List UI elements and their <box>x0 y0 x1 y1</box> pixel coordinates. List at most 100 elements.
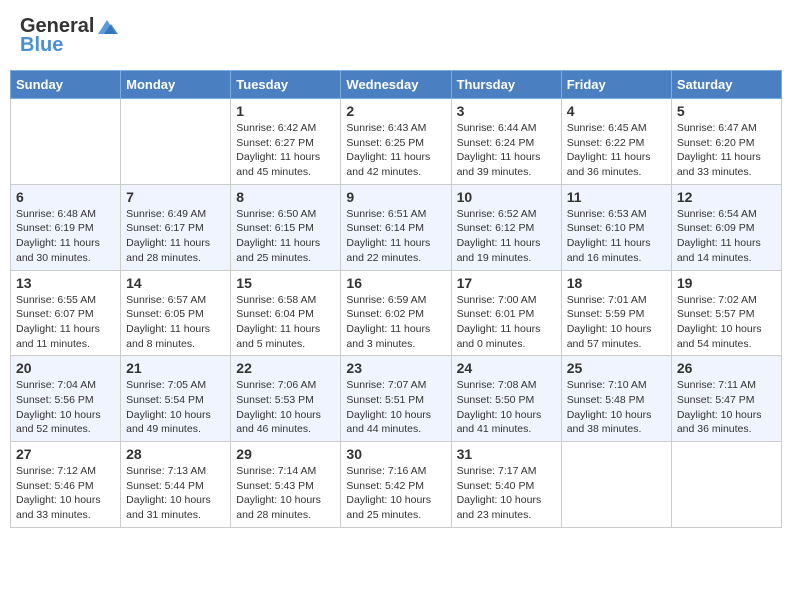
day-number: 17 <box>457 275 556 291</box>
day-info: Sunrise: 7:02 AMSunset: 5:57 PMDaylight:… <box>677 293 776 352</box>
day-info: Sunrise: 6:49 AMSunset: 6:17 PMDaylight:… <box>126 207 225 266</box>
calendar-week-row: 13 Sunrise: 6:55 AMSunset: 6:07 PMDayligh… <box>11 270 782 356</box>
day-number: 8 <box>236 189 335 205</box>
day-number: 10 <box>457 189 556 205</box>
calendar-cell: 9 Sunrise: 6:51 AMSunset: 6:14 PMDaylight… <box>341 184 451 270</box>
day-number: 15 <box>236 275 335 291</box>
day-info: Sunrise: 7:06 AMSunset: 5:53 PMDaylight:… <box>236 378 335 437</box>
calendar-cell: 4Sunrise: 6:45 AMSunset: 6:22 PMDaylight… <box>561 99 671 185</box>
calendar-cell: 13 Sunrise: 6:55 AMSunset: 6:07 PMDayligh… <box>11 270 121 356</box>
day-number: 19 <box>677 275 776 291</box>
calendar-header-row: SundayMondayTuesdayWednesdayThursdayFrid… <box>11 71 782 99</box>
calendar-cell: 20 Sunrise: 7:04 AMSunset: 5:56 PMDayligh… <box>11 356 121 442</box>
day-info: Sunrise: 7:01 AMSunset: 5:59 PMDaylight:… <box>567 293 666 352</box>
day-info: Sunrise: 6:59 AMSunset: 6:02 PMDaylight:… <box>346 293 445 352</box>
calendar-cell: 2 Sunrise: 6:43 AMSunset: 6:25 PMDaylight… <box>341 99 451 185</box>
calendar-cell: 1Sunrise: 6:42 AMSunset: 6:27 PMDaylight… <box>231 99 341 185</box>
calendar-cell: 17 Sunrise: 7:00 AMSunset: 6:01 PMDayligh… <box>451 270 561 356</box>
day-number: 6 <box>16 189 115 205</box>
day-info: Sunrise: 7:11 AMSunset: 5:47 PMDaylight:… <box>677 378 776 437</box>
calendar-cell <box>121 99 231 185</box>
day-info: Sunrise: 7:00 AMSunset: 6:01 PMDaylight:… <box>457 293 556 352</box>
calendar: SundayMondayTuesdayWednesdayThursdayFrid… <box>10 70 782 528</box>
day-info: Sunrise: 7:16 AMSunset: 5:42 PMDaylight:… <box>346 464 445 523</box>
day-number: 4 <box>567 103 666 119</box>
calendar-cell: 5 Sunrise: 6:47 AMSunset: 6:20 PMDaylight… <box>671 99 781 185</box>
calendar-cell: 31Sunrise: 7:17 AMSunset: 5:40 PMDayligh… <box>451 442 561 528</box>
calendar-cell: 29 Sunrise: 7:14 AMSunset: 5:43 PMDayligh… <box>231 442 341 528</box>
calendar-cell: 25 Sunrise: 7:10 AMSunset: 5:48 PMDayligh… <box>561 356 671 442</box>
calendar-week-row: 20 Sunrise: 7:04 AMSunset: 5:56 PMDayligh… <box>11 356 782 442</box>
day-info: Sunrise: 6:43 AMSunset: 6:25 PMDaylight:… <box>346 121 445 180</box>
calendar-cell: 28 Sunrise: 7:13 AMSunset: 5:44 PMDayligh… <box>121 442 231 528</box>
calendar-cell: 24Sunrise: 7:08 AMSunset: 5:50 PMDayligh… <box>451 356 561 442</box>
day-number: 18 <box>567 275 666 291</box>
day-number: 13 <box>16 275 115 291</box>
column-header-friday: Friday <box>561 71 671 99</box>
calendar-cell: 30 Sunrise: 7:16 AMSunset: 5:42 PMDayligh… <box>341 442 451 528</box>
column-header-wednesday: Wednesday <box>341 71 451 99</box>
column-header-saturday: Saturday <box>671 71 781 99</box>
day-info: Sunrise: 7:07 AMSunset: 5:51 PMDaylight:… <box>346 378 445 437</box>
day-info: Sunrise: 6:54 AMSunset: 6:09 PMDaylight:… <box>677 207 776 266</box>
calendar-cell: 3 Sunrise: 6:44 AMSunset: 6:24 PMDaylight… <box>451 99 561 185</box>
column-header-thursday: Thursday <box>451 71 561 99</box>
calendar-cell: 19 Sunrise: 7:02 AMSunset: 5:57 PMDayligh… <box>671 270 781 356</box>
calendar-cell <box>561 442 671 528</box>
logo-icon <box>96 16 118 38</box>
day-number: 23 <box>346 360 445 376</box>
calendar-week-row: 1Sunrise: 6:42 AMSunset: 6:27 PMDaylight… <box>11 99 782 185</box>
calendar-cell: 14 Sunrise: 6:57 AMSunset: 6:05 PMDayligh… <box>121 270 231 356</box>
calendar-week-row: 27 Sunrise: 7:12 AMSunset: 5:46 PMDayligh… <box>11 442 782 528</box>
day-info: Sunrise: 6:55 AMSunset: 6:07 PMDaylight:… <box>16 293 115 352</box>
calendar-cell: 23 Sunrise: 7:07 AMSunset: 5:51 PMDayligh… <box>341 356 451 442</box>
day-info: Sunrise: 7:10 AMSunset: 5:48 PMDaylight:… <box>567 378 666 437</box>
day-info: Sunrise: 7:14 AMSunset: 5:43 PMDaylight:… <box>236 464 335 523</box>
day-info: Sunrise: 6:57 AMSunset: 6:05 PMDaylight:… <box>126 293 225 352</box>
day-number: 25 <box>567 360 666 376</box>
header: General Blue <box>10 10 782 62</box>
calendar-cell: 6Sunrise: 6:48 AMSunset: 6:19 PMDaylight… <box>11 184 121 270</box>
day-number: 3 <box>457 103 556 119</box>
calendar-cell: 21 Sunrise: 7:05 AMSunset: 5:54 PMDayligh… <box>121 356 231 442</box>
column-header-monday: Monday <box>121 71 231 99</box>
day-number: 27 <box>16 446 115 462</box>
day-info: Sunrise: 7:12 AMSunset: 5:46 PMDaylight:… <box>16 464 115 523</box>
day-info: Sunrise: 7:17 AMSunset: 5:40 PMDaylight:… <box>457 464 556 523</box>
day-info: Sunrise: 6:50 AMSunset: 6:15 PMDaylight:… <box>236 207 335 266</box>
day-number: 30 <box>346 446 445 462</box>
day-info: Sunrise: 7:13 AMSunset: 5:44 PMDaylight:… <box>126 464 225 523</box>
calendar-cell <box>11 99 121 185</box>
day-number: 14 <box>126 275 225 291</box>
day-info: Sunrise: 7:05 AMSunset: 5:54 PMDaylight:… <box>126 378 225 437</box>
day-number: 29 <box>236 446 335 462</box>
day-number: 2 <box>346 103 445 119</box>
day-number: 5 <box>677 103 776 119</box>
calendar-cell: 16Sunrise: 6:59 AMSunset: 6:02 PMDayligh… <box>341 270 451 356</box>
day-number: 20 <box>16 360 115 376</box>
calendar-cell <box>671 442 781 528</box>
day-number: 9 <box>346 189 445 205</box>
day-number: 21 <box>126 360 225 376</box>
column-header-sunday: Sunday <box>11 71 121 99</box>
day-info: Sunrise: 6:47 AMSunset: 6:20 PMDaylight:… <box>677 121 776 180</box>
day-number: 22 <box>236 360 335 376</box>
logo: General Blue <box>20 15 118 57</box>
calendar-cell: 27 Sunrise: 7:12 AMSunset: 5:46 PMDayligh… <box>11 442 121 528</box>
day-info: Sunrise: 7:08 AMSunset: 5:50 PMDaylight:… <box>457 378 556 437</box>
calendar-cell: 26Sunrise: 7:11 AMSunset: 5:47 PMDayligh… <box>671 356 781 442</box>
calendar-cell: 18 Sunrise: 7:01 AMSunset: 5:59 PMDayligh… <box>561 270 671 356</box>
day-number: 7 <box>126 189 225 205</box>
day-info: Sunrise: 6:51 AMSunset: 6:14 PMDaylight:… <box>346 207 445 266</box>
day-number: 12 <box>677 189 776 205</box>
day-info: Sunrise: 6:53 AMSunset: 6:10 PMDaylight:… <box>567 207 666 266</box>
column-header-tuesday: Tuesday <box>231 71 341 99</box>
calendar-cell: 12 Sunrise: 6:54 AMSunset: 6:09 PMDayligh… <box>671 184 781 270</box>
day-info: Sunrise: 6:52 AMSunset: 6:12 PMDaylight:… <box>457 207 556 266</box>
day-info: Sunrise: 7:04 AMSunset: 5:56 PMDaylight:… <box>16 378 115 437</box>
day-info: Sunrise: 6:44 AMSunset: 6:24 PMDaylight:… <box>457 121 556 180</box>
day-number: 11 <box>567 189 666 205</box>
day-number: 28 <box>126 446 225 462</box>
calendar-cell: 15Sunrise: 6:58 AMSunset: 6:04 PMDayligh… <box>231 270 341 356</box>
calendar-cell: 10 Sunrise: 6:52 AMSunset: 6:12 PMDayligh… <box>451 184 561 270</box>
